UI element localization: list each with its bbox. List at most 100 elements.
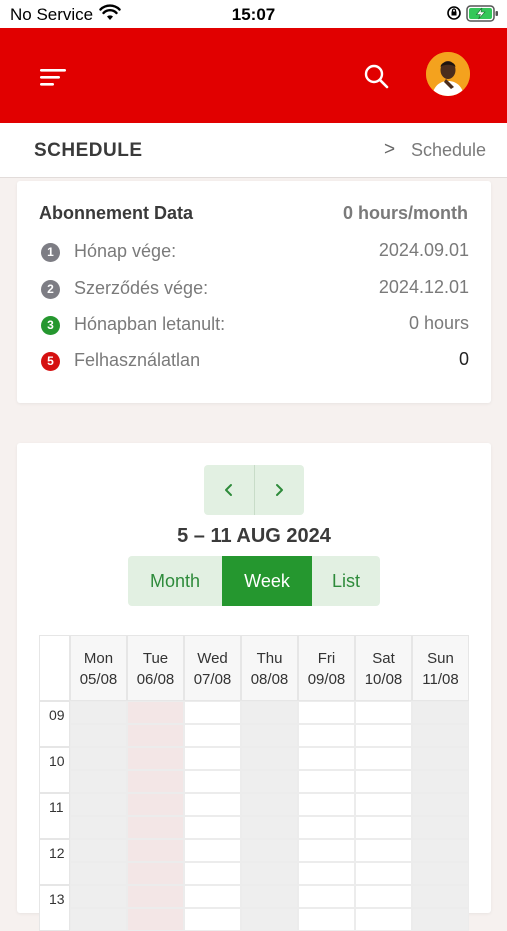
time-slot[interactable] (184, 770, 241, 793)
time-slot[interactable] (70, 724, 127, 747)
time-slot[interactable] (412, 839, 469, 862)
time-slot[interactable] (184, 862, 241, 885)
abonnement-card: Abonnement Data 0 hours/month 1 Hónap vé… (17, 181, 491, 403)
time-slot[interactable] (355, 770, 412, 793)
time-slot[interactable] (127, 816, 184, 839)
time-slot[interactable] (184, 816, 241, 839)
day-name: Wed (197, 650, 228, 667)
time-slot[interactable] (355, 816, 412, 839)
time-slot[interactable] (355, 793, 412, 816)
number-badge: 3 (41, 316, 60, 335)
abonnement-row: 3 Hónapban letanult: 0 hours (39, 313, 469, 339)
time-slot[interactable] (127, 885, 184, 908)
number-badge: 2 (41, 280, 60, 299)
time-slot[interactable] (241, 770, 298, 793)
hour-text: 13 (49, 891, 65, 907)
chevron-right-icon (276, 484, 283, 496)
time-slot[interactable] (412, 816, 469, 839)
time-slot[interactable] (241, 908, 298, 931)
time-slot[interactable] (127, 724, 184, 747)
time-slot[interactable] (127, 839, 184, 862)
time-slot[interactable] (241, 862, 298, 885)
time-slot[interactable] (298, 747, 355, 770)
time-slot[interactable] (184, 747, 241, 770)
time-slot[interactable] (241, 747, 298, 770)
time-slot[interactable] (412, 747, 469, 770)
time-slot[interactable] (412, 908, 469, 931)
time-slot[interactable] (298, 724, 355, 747)
time-slot[interactable] (298, 885, 355, 908)
abonnement-title: Abonnement Data (39, 203, 194, 223)
time-slot[interactable] (70, 862, 127, 885)
time-slot[interactable] (355, 747, 412, 770)
time-slot[interactable] (70, 885, 127, 908)
time-slot[interactable] (241, 816, 298, 839)
month-view-button[interactable]: Month (128, 556, 222, 606)
time-slot[interactable] (298, 839, 355, 862)
time-slot[interactable] (70, 816, 127, 839)
time-slot[interactable] (70, 839, 127, 862)
time-slot[interactable] (241, 885, 298, 908)
hour-text: 09 (49, 707, 65, 723)
previous-week-button[interactable] (204, 465, 255, 515)
time-slot[interactable] (298, 770, 355, 793)
time-slot[interactable] (127, 747, 184, 770)
time-slot[interactable] (355, 724, 412, 747)
time-slot[interactable] (184, 839, 241, 862)
day-date: 05/08 (79, 671, 118, 688)
time-slot[interactable] (241, 701, 298, 724)
time-slot[interactable] (127, 701, 184, 724)
time-slot[interactable] (355, 908, 412, 931)
time-slot[interactable] (127, 770, 184, 793)
row-label: Hónap vége: (74, 241, 177, 261)
time-slot[interactable] (298, 816, 355, 839)
time-slot[interactable] (70, 793, 127, 816)
list-view-button[interactable]: List (312, 556, 380, 606)
row-value: 0 (458, 349, 469, 369)
avatar[interactable] (426, 52, 470, 96)
time-slot[interactable] (127, 793, 184, 816)
day-date: 08/08 (250, 671, 289, 688)
time-slot[interactable] (298, 862, 355, 885)
time-slot[interactable] (241, 839, 298, 862)
time-slot[interactable] (412, 770, 469, 793)
hamburger-menu-icon[interactable] (38, 66, 68, 88)
time-slot[interactable] (412, 862, 469, 885)
time-slot[interactable] (412, 885, 469, 908)
time-slot[interactable] (70, 908, 127, 931)
time-slot[interactable] (355, 701, 412, 724)
day-header: Sun 11/08 (412, 635, 469, 701)
time-slot[interactable] (184, 793, 241, 816)
hour-label: 09 (39, 701, 70, 747)
time-slot[interactable] (241, 724, 298, 747)
breadcrumb[interactable]: Schedule (411, 140, 486, 161)
app-header (0, 28, 507, 123)
time-slot[interactable] (412, 793, 469, 816)
time-slot[interactable] (70, 701, 127, 724)
time-slot[interactable] (184, 701, 241, 724)
time-slot[interactable] (355, 885, 412, 908)
time-slot[interactable] (298, 908, 355, 931)
calendar-card: 5 – 11 AUG 2024 Month Week List Mon 05/08… (17, 443, 491, 931)
chevron-left-icon (225, 484, 232, 496)
next-week-button[interactable] (254, 465, 304, 515)
day-date: 09/08 (307, 671, 346, 688)
time-slot[interactable] (412, 701, 469, 724)
time-slot[interactable] (355, 839, 412, 862)
time-slot[interactable] (127, 908, 184, 931)
time-slot[interactable] (70, 747, 127, 770)
time-slot[interactable] (184, 885, 241, 908)
time-slot[interactable] (412, 724, 469, 747)
time-slot[interactable] (70, 770, 127, 793)
week-view-button[interactable]: Week (222, 556, 312, 606)
grid-corner (39, 635, 70, 701)
day-header: Fri 09/08 (298, 635, 355, 701)
time-slot[interactable] (184, 908, 241, 931)
search-icon[interactable] (362, 62, 390, 90)
time-slot[interactable] (127, 862, 184, 885)
time-slot[interactable] (184, 724, 241, 747)
time-slot[interactable] (355, 862, 412, 885)
time-slot[interactable] (298, 701, 355, 724)
time-slot[interactable] (298, 793, 355, 816)
time-slot[interactable] (241, 793, 298, 816)
